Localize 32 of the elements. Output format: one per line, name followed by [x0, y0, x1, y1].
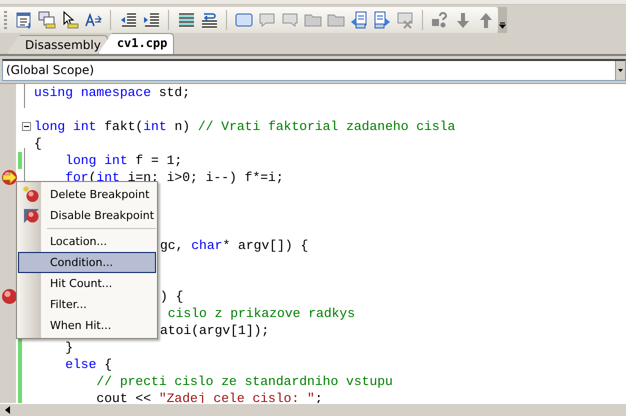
- file-tab[interactable]: Disassembly: [6, 35, 108, 54]
- menu-item[interactable]: Condition...: [18, 252, 156, 273]
- code-line: atoi(argv[1]);: [160, 322, 270, 339]
- scope-dropdown[interactable]: (Global Scope): [2, 59, 626, 81]
- code-line: else {: [64, 356, 112, 373]
- code-line: long int fakt(int n) // Vrati faktorial zadaneho cisla: [34, 118, 456, 135]
- menu-item[interactable]: Location...: [18, 231, 156, 252]
- menu-item[interactable]: Filter...: [18, 294, 156, 315]
- windows-icon[interactable]: [37, 10, 57, 30]
- breakpoint-icon[interactable]: [1, 288, 18, 305]
- code-line: }: [64, 339, 74, 356]
- code-line: ) {: [160, 288, 184, 305]
- menu-item[interactable]: Disable Breakpoint: [18, 205, 156, 226]
- code-line: gc, char* argv[]) {: [160, 237, 308, 254]
- document-arrow-icon[interactable]: [349, 10, 369, 30]
- overflow-icon[interactable]: [498, 7, 507, 33]
- delete-breakpoint-icon: [22, 186, 40, 203]
- collapse-icon[interactable]: [22, 122, 31, 131]
- code-line: using namespace std;: [34, 84, 190, 101]
- menu-item[interactable]: Hit Count...: [18, 273, 156, 294]
- menu-item[interactable]: When Hit...: [18, 315, 156, 336]
- bubble-cross-icon[interactable]: [395, 10, 415, 30]
- menu-item[interactable]: Delete Breakpoint: [18, 184, 156, 205]
- question-icon[interactable]: [430, 10, 450, 30]
- code-line: {: [34, 135, 42, 152]
- disable-breakpoint-icon: [22, 207, 40, 224]
- code-line: // precti cislo ze standardniho vstupu: [95, 373, 393, 390]
- code-line: long int f = 1;: [64, 152, 182, 169]
- document-arrow-icon[interactable]: [372, 10, 392, 30]
- arrow-icon[interactable]: [1, 169, 18, 186]
- code-line: cislo z prikazove radkys: [166, 305, 356, 322]
- horizontal-scrollbar[interactable]: [0, 403, 626, 416]
